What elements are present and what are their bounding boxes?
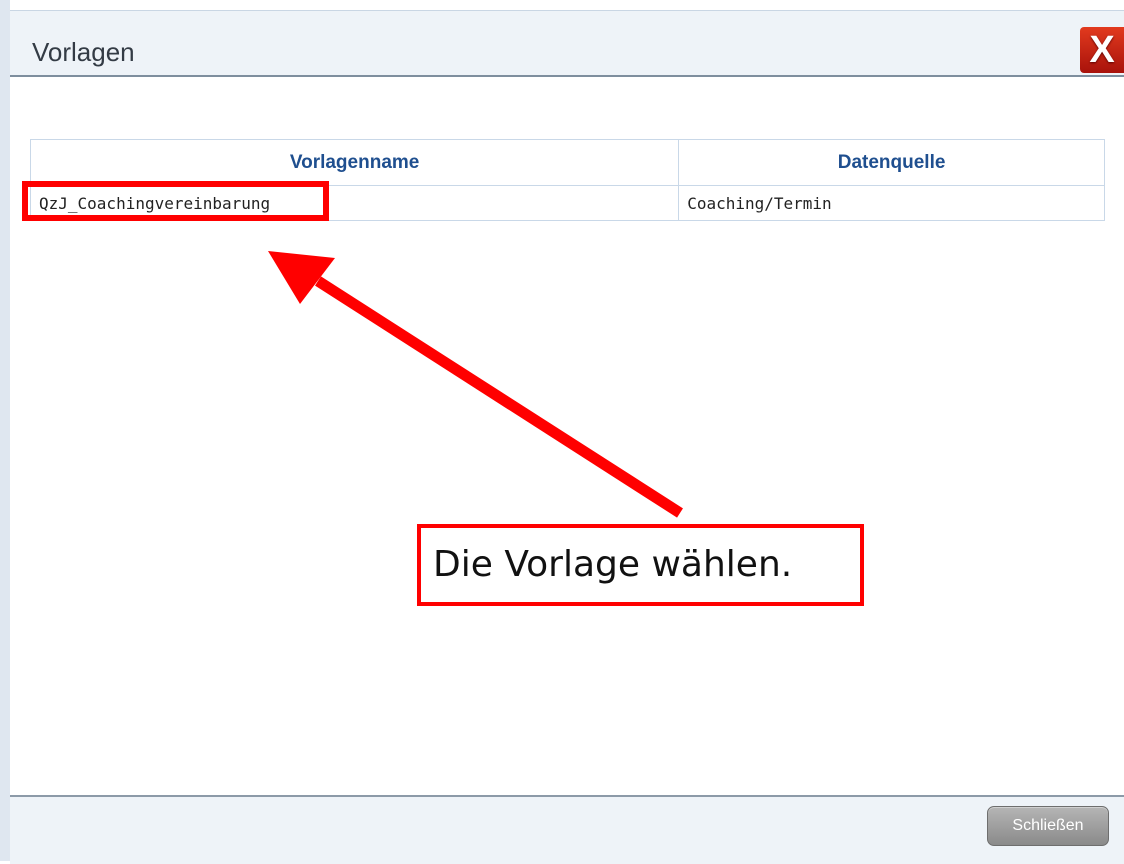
annotation-callout: Die Vorlage wählen. xyxy=(417,524,864,606)
cell-data-source[interactable]: Coaching/Termin xyxy=(678,185,1105,221)
close-button[interactable]: Schließen xyxy=(987,806,1109,846)
dialog-titlebar: Vorlagen xyxy=(10,11,1124,77)
dialog-title: Vorlagen xyxy=(32,37,135,67)
table-header-row: Vorlagenname Datenquelle xyxy=(29,139,1105,186)
column-header-data-source[interactable]: Datenquelle xyxy=(678,139,1105,186)
column-header-template-name[interactable]: Vorlagenname xyxy=(29,139,680,186)
background-window-edge xyxy=(0,0,10,861)
close-icon[interactable]: X xyxy=(1080,27,1124,73)
table-row[interactable]: QzJ_Coachingvereinbarung Coaching/Termin xyxy=(29,185,1105,221)
cell-template-name[interactable]: QzJ_Coachingvereinbarung xyxy=(29,185,680,221)
templates-dialog: Vorlagen X Schließen xyxy=(10,10,1124,864)
dialog-footer: Schließen xyxy=(10,795,1124,864)
templates-table: Vorlagenname Datenquelle QzJ_Coachingver… xyxy=(29,139,1105,221)
